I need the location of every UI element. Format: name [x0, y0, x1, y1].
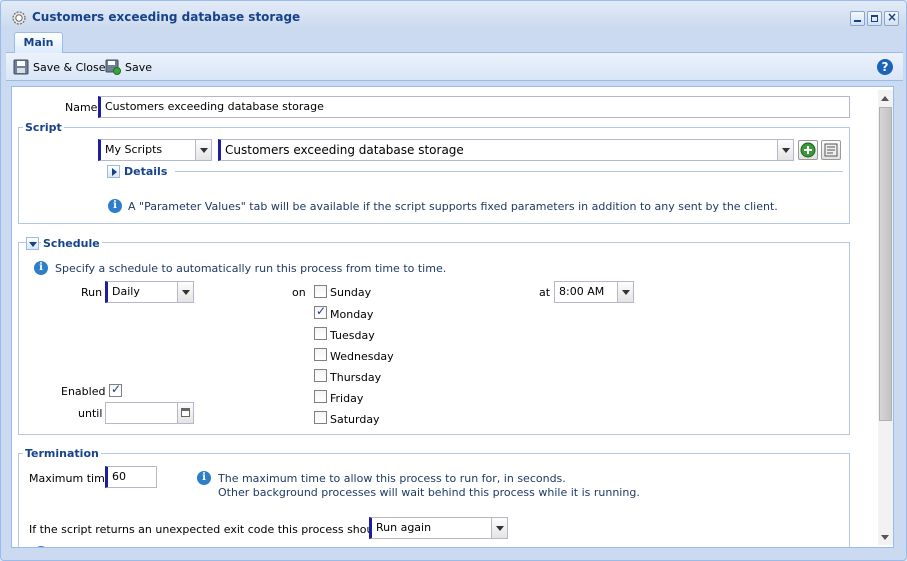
vertical-scrollbar[interactable] — [878, 90, 893, 545]
chevron-down-icon[interactable] — [177, 282, 193, 302]
chevron-down-icon[interactable] — [195, 140, 211, 160]
run-frequency-select[interactable]: Daily — [105, 281, 194, 303]
day-label-tuesday: Tuesday — [330, 329, 375, 342]
day-label-saturday: Saturday — [330, 413, 380, 426]
name-field[interactable]: Customers exceeding database storage — [98, 96, 850, 118]
details-divider — [175, 171, 843, 172]
script-value: Customers exceeding database storage — [225, 143, 464, 157]
max-time-info-line2: Other background processes will wait beh… — [218, 486, 640, 499]
info-icon: i — [197, 471, 211, 485]
day-checkbox-tuesday[interactable] — [314, 327, 327, 340]
max-time-label: Maximum time — [29, 472, 112, 485]
info-icon: i — [108, 199, 122, 213]
script-edit-icon — [824, 143, 838, 157]
max-time-value: 60 — [112, 470, 126, 483]
exit-code-action-value: Run again — [376, 521, 432, 534]
tab-strip: Main — [6, 30, 903, 53]
scroll-thumb[interactable] — [879, 107, 892, 421]
day-label-friday: Friday — [330, 392, 364, 405]
add-script-button[interactable] — [798, 140, 818, 160]
floppy-disk-icon — [13, 59, 29, 75]
edit-script-button[interactable] — [821, 140, 841, 160]
enabled-label: Enabled — [61, 385, 106, 398]
chevron-down-icon[interactable] — [617, 282, 633, 302]
script-folder-select[interactable]: My Scripts — [98, 139, 212, 161]
time-value: 8:00 AM — [559, 285, 605, 298]
window-title: Customers exceeding database storage — [32, 10, 301, 24]
run-frequency-value: Daily — [112, 285, 140, 298]
save-close-label: Save & Close — [33, 60, 106, 74]
scroll-up-icon[interactable] — [881, 96, 889, 101]
chevron-down-icon — [29, 242, 37, 247]
details-expand-button[interactable] — [107, 165, 120, 178]
plus-icon — [800, 142, 816, 158]
time-select[interactable]: 8:00 AM — [554, 281, 634, 303]
run-label: Run — [81, 286, 103, 299]
day-checkbox-thursday[interactable] — [314, 369, 327, 382]
title-bar[interactable]: Customers exceeding database storage × — [1, 1, 906, 30]
max-time-info-line1: The maximum time to allow this process t… — [218, 472, 566, 485]
toolbar: Save & Close Save ? — [6, 53, 903, 81]
save-button[interactable]: Save — [105, 58, 152, 76]
day-checkbox-sunday[interactable] — [314, 285, 327, 298]
tab-main[interactable]: Main — [14, 32, 63, 53]
at-label: at — [539, 286, 551, 299]
process-window: Customers exceeding database storage × M… — [0, 0, 907, 561]
until-date-field[interactable] — [105, 402, 194, 424]
gear-icon — [12, 11, 26, 25]
maximize-button[interactable] — [867, 11, 882, 26]
maximize-icon — [871, 15, 878, 22]
termination-legend: Termination — [23, 447, 101, 460]
script-folder-value: My Scripts — [105, 143, 163, 156]
exit-code-action-select[interactable]: Run again — [369, 517, 508, 539]
form-panel: Name Customers exceeding database storag… — [11, 86, 894, 548]
schedule-legend: Schedule — [41, 237, 102, 250]
save-label: Save — [125, 60, 153, 74]
enabled-checkbox[interactable] — [109, 382, 122, 397]
schedule-collapse-button[interactable] — [26, 237, 39, 250]
name-value: Customers exceeding database storage — [105, 100, 324, 113]
on-label: on — [292, 286, 306, 299]
day-checkbox-friday[interactable] — [314, 390, 327, 403]
script-legend: Script — [23, 121, 64, 134]
help-icon[interactable]: ? — [877, 59, 893, 75]
info-icon: i — [34, 261, 48, 275]
day-label-thursday: Thursday — [330, 371, 382, 384]
chevron-down-icon[interactable] — [777, 140, 793, 160]
save-close-button[interactable]: Save & Close — [13, 58, 106, 76]
schedule-info-text: Specify a schedule to automatically run … — [55, 262, 447, 275]
day-label-sunday: Sunday — [330, 286, 372, 299]
day-checkbox-wednesday[interactable] — [314, 348, 327, 361]
minimize-button[interactable] — [850, 11, 865, 26]
script-select[interactable]: Customers exceeding database storage — [218, 139, 794, 161]
close-button[interactable]: × — [884, 10, 899, 26]
name-label: Name — [65, 101, 98, 114]
chevron-right-icon — [112, 168, 117, 176]
chevron-down-icon[interactable] — [491, 518, 507, 538]
day-checkbox-monday[interactable] — [314, 304, 327, 319]
day-label-wednesday: Wednesday — [330, 350, 394, 363]
script-info-text: A "Parameter Values" tab will be availab… — [128, 200, 778, 213]
close-icon: × — [887, 10, 898, 24]
minimize-icon — [854, 20, 861, 22]
details-label[interactable]: Details — [122, 165, 170, 178]
until-label: until — [78, 407, 103, 420]
save-icon — [105, 59, 121, 75]
scroll-down-icon[interactable] — [881, 535, 889, 540]
day-label-monday: Monday — [330, 308, 374, 321]
max-time-field[interactable]: 60 — [105, 466, 157, 488]
exit-code-label: If the script returns an unexpected exit… — [29, 523, 401, 536]
calendar-icon[interactable] — [177, 403, 193, 423]
day-checkbox-saturday[interactable] — [314, 411, 327, 424]
